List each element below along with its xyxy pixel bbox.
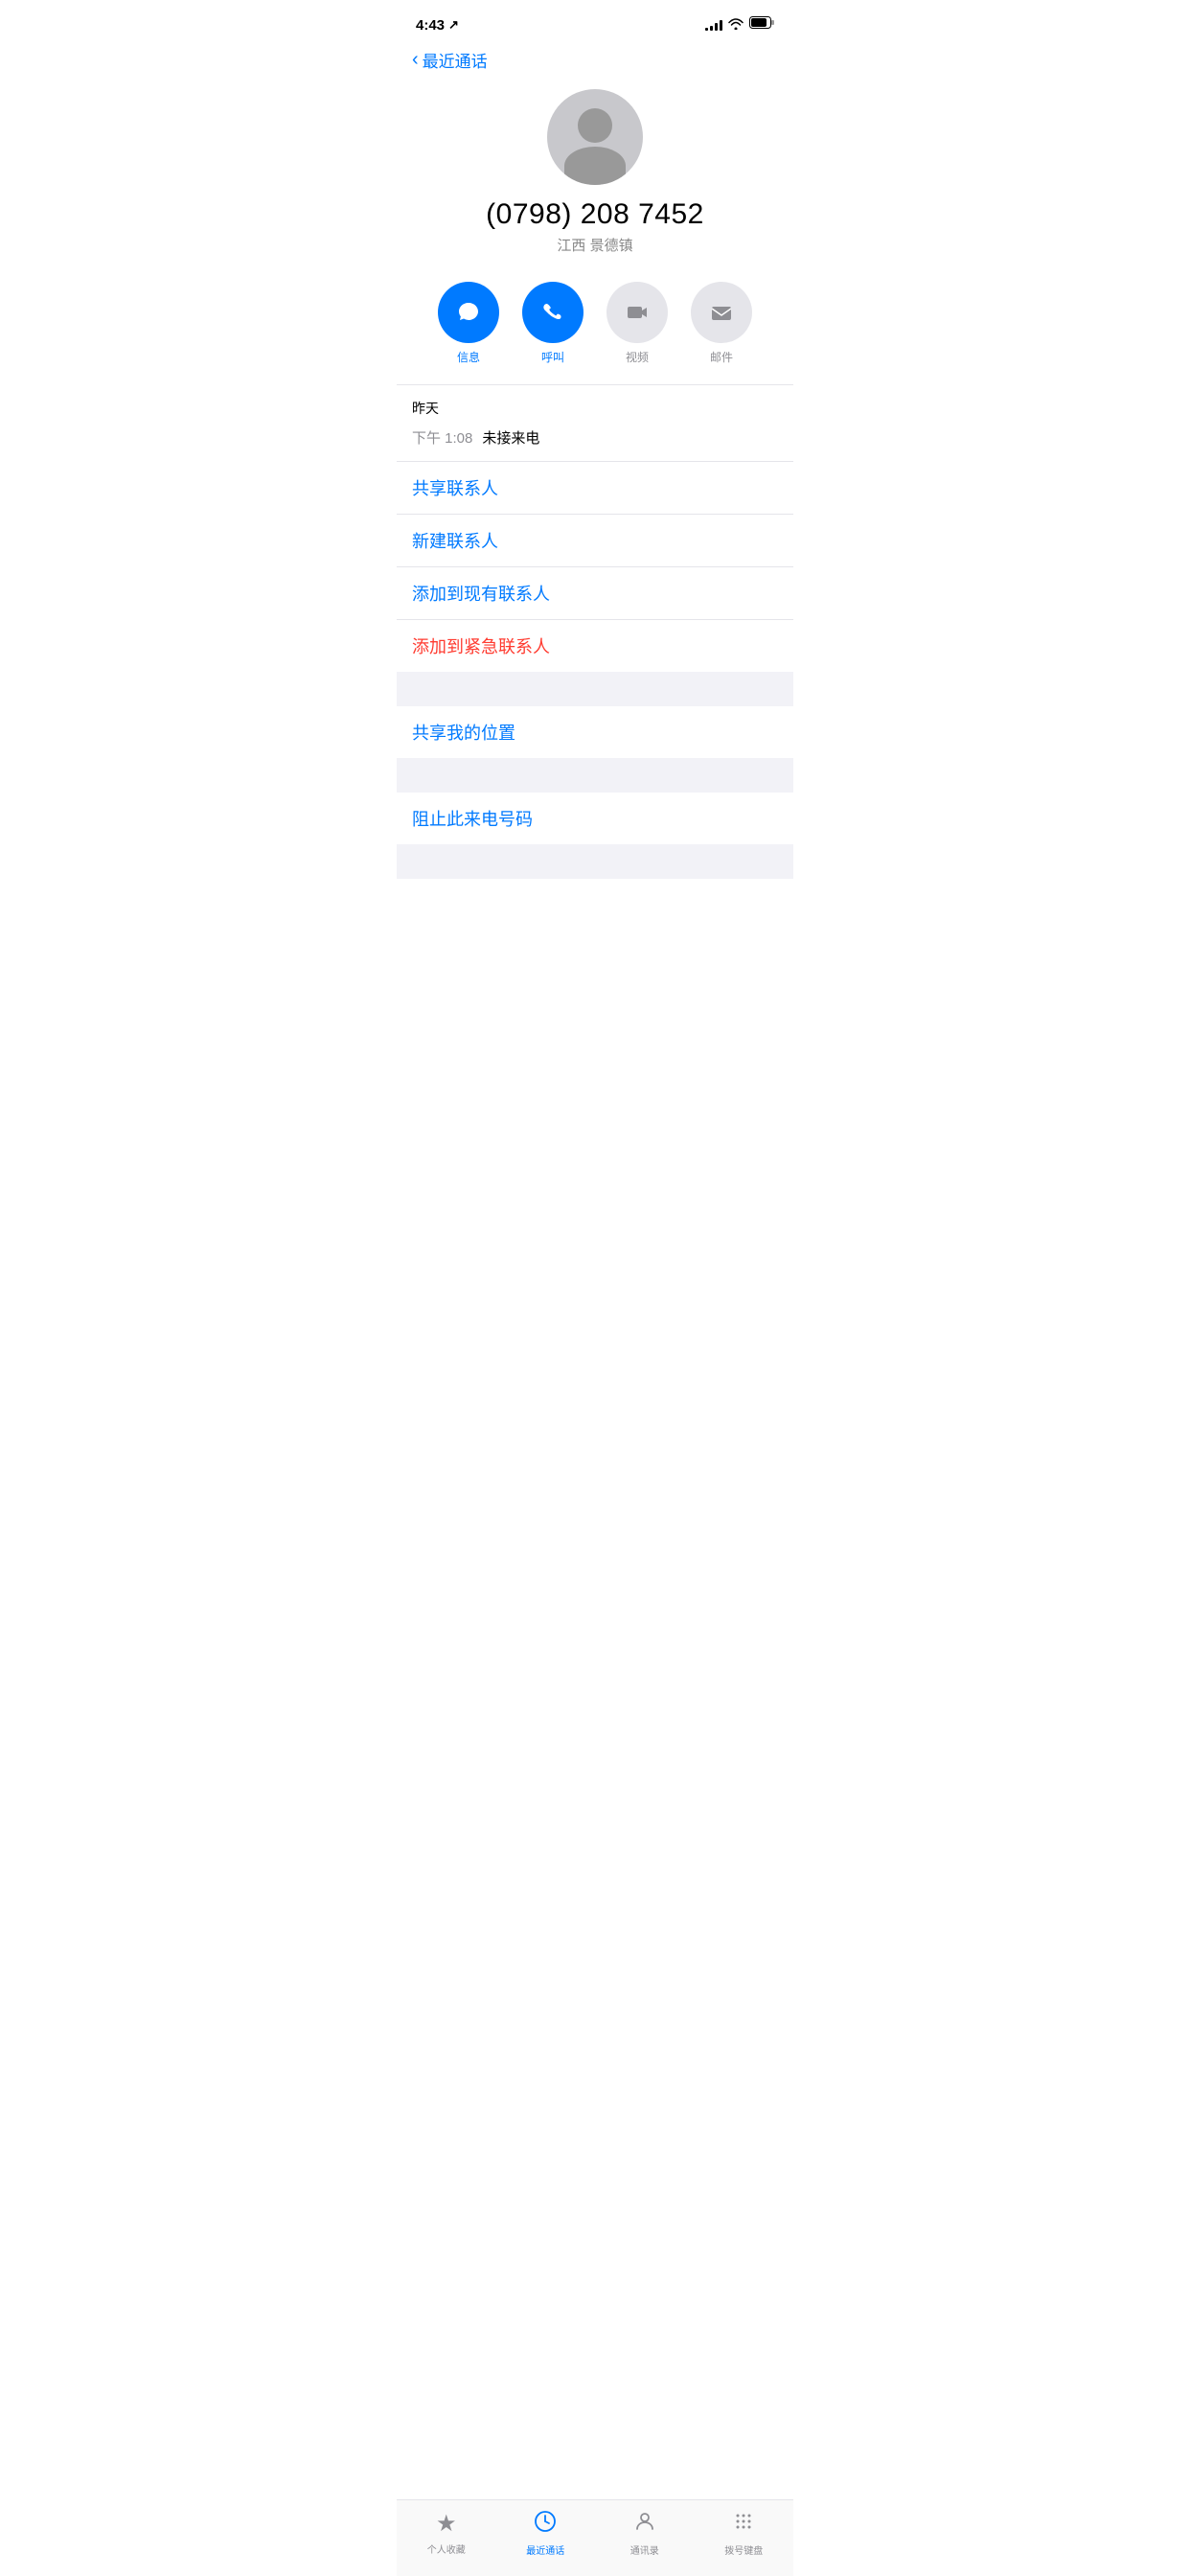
location-section: 共享我的位置 (397, 706, 793, 758)
mail-circle (691, 282, 752, 343)
add-existing-item[interactable]: 添加到现有联系人 (397, 567, 793, 620)
add-emergency-item[interactable]: 添加到紧急联系人 (397, 620, 793, 672)
new-contact-label: 新建联系人 (412, 528, 498, 553)
contact-actions-list: 共享联系人 新建联系人 添加到现有联系人 添加到紧急联系人 (397, 462, 793, 672)
call-history-section: 昨天 下午 1:08 未接来电 (397, 385, 793, 461)
new-contact-item[interactable]: 新建联系人 (397, 515, 793, 567)
block-number-label: 阻止此来电号码 (412, 806, 533, 831)
action-call[interactable]: 呼叫 (522, 282, 584, 365)
keypad-label: 拨号键盘 (724, 2542, 763, 2557)
call-history-day: 昨天 (412, 399, 778, 418)
gray-gap-1 (397, 672, 793, 706)
avatar-person-icon (547, 89, 643, 185)
battery-icon (749, 16, 774, 34)
recents-icon (534, 2510, 557, 2539)
contact-phone: (0798) 208 7452 (486, 198, 704, 231)
action-message[interactable]: 信息 (438, 282, 499, 365)
share-location-label: 共享我的位置 (412, 720, 515, 745)
contact-header: (0798) 208 7452 江西 景德镇 (397, 80, 793, 274)
keypad-icon (732, 2510, 755, 2539)
gray-gap-3 (397, 844, 793, 879)
wifi-icon (728, 18, 744, 33)
back-chevron-icon: ‹ (412, 50, 419, 69)
back-button[interactable]: ‹ 最近通话 (412, 48, 488, 72)
action-mail[interactable]: 邮件 (691, 282, 752, 365)
video-circle (606, 282, 668, 343)
contact-location: 江西 景德镇 (557, 235, 632, 255)
message-circle (438, 282, 499, 343)
message-label: 信息 (457, 349, 480, 365)
block-number-item[interactable]: 阻止此来电号码 (397, 793, 793, 844)
share-contact-label: 共享联系人 (412, 475, 498, 500)
gray-gap-2 (397, 758, 793, 793)
favorites-icon: ★ (436, 2510, 457, 2538)
call-status: 未接来电 (482, 427, 539, 448)
call-record: 下午 1:08 未接来电 (412, 422, 778, 453)
status-time: 4:43 ↗ (416, 17, 459, 34)
share-contact-item[interactable]: 共享联系人 (397, 462, 793, 515)
tab-favorites[interactable]: ★ 个人收藏 (408, 2510, 485, 2556)
favorites-label: 个人收藏 (427, 2542, 466, 2556)
block-section: 阻止此来电号码 (397, 793, 793, 844)
status-bar: 4:43 ↗ (397, 0, 793, 42)
tab-bar: ★ 个人收藏 最近通话 通讯录 (397, 2499, 793, 2576)
recents-label: 最近通话 (526, 2542, 564, 2557)
status-icons (705, 16, 774, 34)
mail-label: 邮件 (710, 349, 733, 365)
nav-bar: ‹ 最近通话 (397, 42, 793, 80)
call-label: 呼叫 (541, 349, 564, 365)
call-circle (522, 282, 584, 343)
back-label: 最近通话 (423, 48, 488, 72)
add-existing-label: 添加到现有联系人 (412, 581, 550, 606)
avatar (547, 89, 643, 185)
tab-recents[interactable]: 最近通话 (507, 2510, 584, 2557)
share-location-item[interactable]: 共享我的位置 (397, 706, 793, 758)
tab-contacts[interactable]: 通讯录 (606, 2510, 683, 2557)
action-row: 信息 呼叫 视频 (397, 274, 793, 384)
video-label: 视频 (626, 349, 649, 365)
action-video[interactable]: 视频 (606, 282, 668, 365)
tab-keypad[interactable]: 拨号键盘 (705, 2510, 782, 2557)
add-emergency-label: 添加到紧急联系人 (412, 633, 550, 658)
contacts-label: 通讯录 (630, 2542, 659, 2557)
contacts-icon (633, 2510, 656, 2539)
call-time: 下午 1:08 (412, 427, 472, 448)
signal-icon (705, 19, 722, 31)
